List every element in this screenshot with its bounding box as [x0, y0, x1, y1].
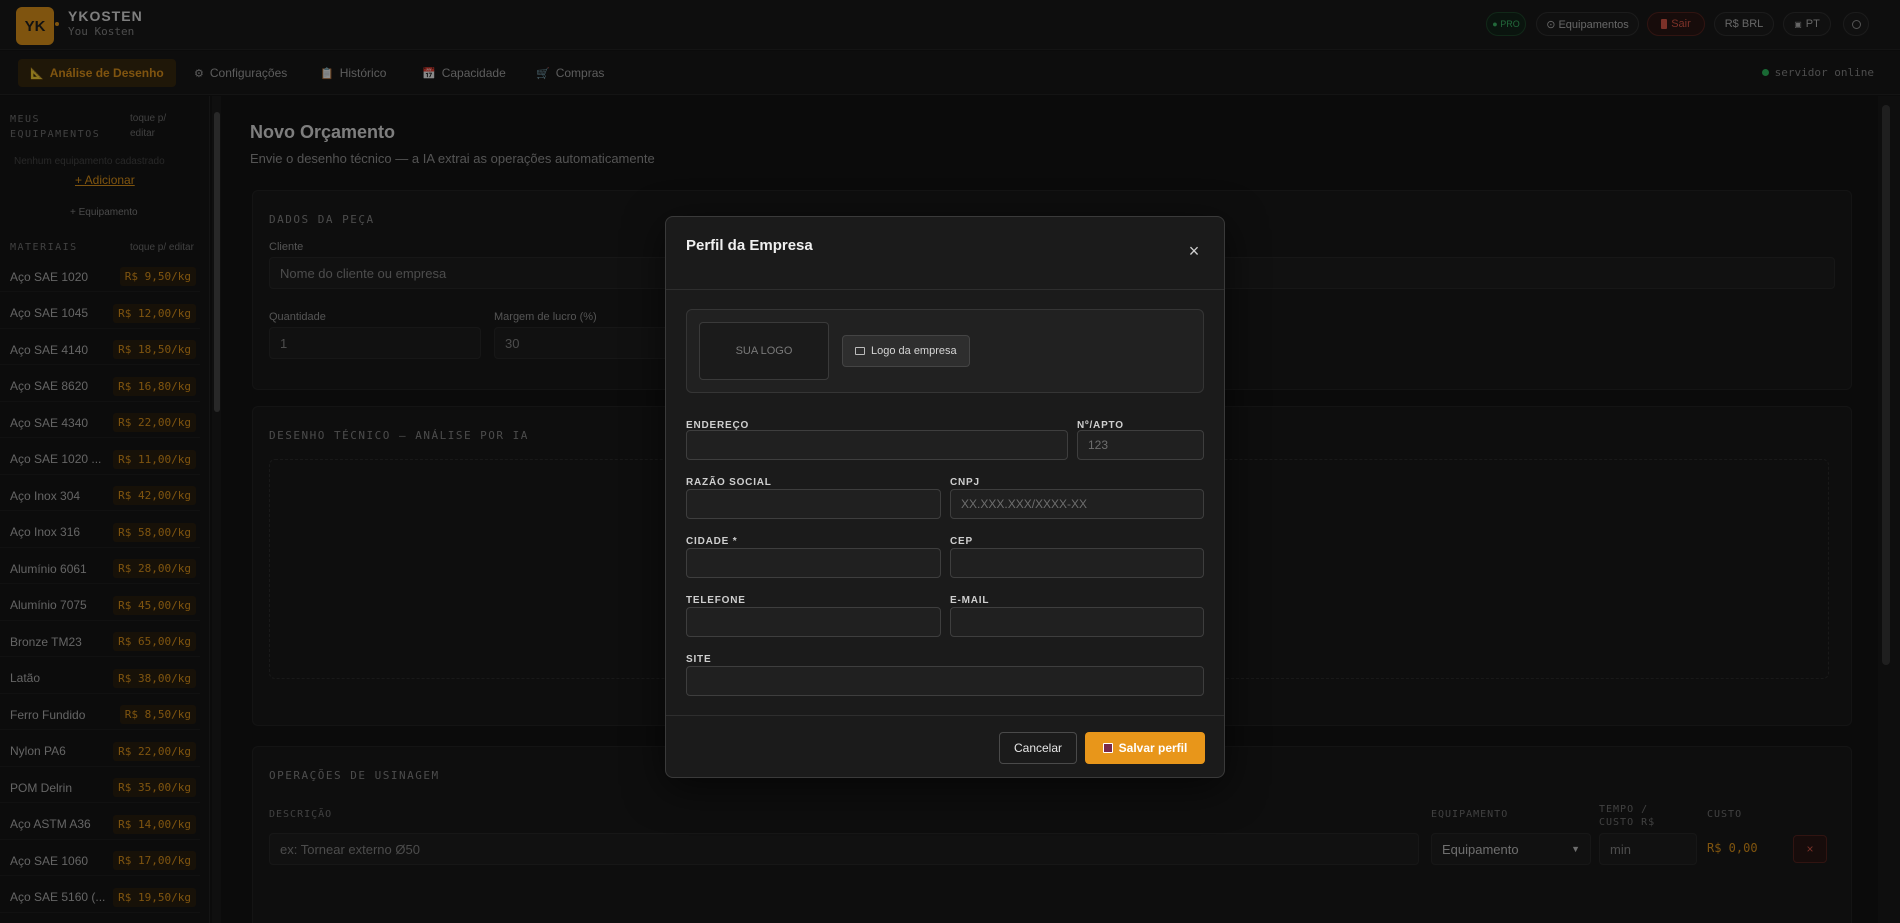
cidade-input[interactable] [686, 548, 941, 578]
modal-title: Perfil da Empresa [686, 237, 813, 254]
upload-logo-button[interactable]: Logo da empresa [842, 335, 970, 367]
save-profile-label: Salvar perfil [1118, 741, 1188, 755]
numero-input[interactable] [1077, 430, 1204, 460]
close-icon[interactable]: × [1186, 242, 1202, 260]
logo-upload-area: SUA LOGO Logo da empresa [686, 309, 1204, 393]
razao-social-input[interactable] [686, 489, 941, 519]
save-profile-button[interactable]: Salvar perfil [1085, 732, 1205, 764]
cancel-button[interactable]: Cancelar [999, 732, 1077, 764]
cnpj-label: CNPJ [950, 477, 980, 488]
razao-social-label: RAZÃO SOCIAL [686, 477, 772, 488]
logo-placeholder: SUA LOGO [699, 322, 829, 380]
company-profile-modal: Perfil da Empresa × SUA LOGO Logo da emp… [665, 216, 1225, 778]
floppy-disk-icon [1102, 743, 1113, 753]
email-label: E-MAIL [950, 595, 990, 606]
telefone-label: TELEFONE [686, 595, 746, 606]
cidade-label: CIDADE * [686, 536, 738, 547]
cep-input[interactable] [950, 548, 1204, 578]
site-label: SITE [686, 654, 712, 665]
email-input[interactable] [950, 607, 1204, 637]
cnpj-input[interactable] [950, 489, 1204, 519]
image-icon [855, 347, 865, 355]
modal-footer-divider [666, 715, 1224, 716]
endereco-input[interactable] [686, 430, 1068, 460]
cep-label: CEP [950, 536, 973, 547]
telefone-input[interactable] [686, 607, 941, 637]
upload-logo-label: Logo da empresa [871, 345, 957, 357]
modal-divider [666, 289, 1224, 290]
site-input[interactable] [686, 666, 1204, 696]
